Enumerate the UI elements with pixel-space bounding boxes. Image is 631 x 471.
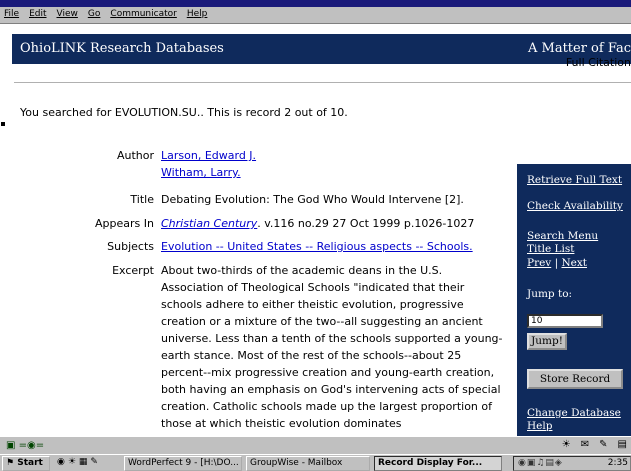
- subjects-value: Evolution -- United States -- Religious …: [161, 238, 521, 255]
- task-record-display[interactable]: Record Display For...: [374, 456, 502, 471]
- page-content: OhioLINK Research Databases A Matter of …: [0, 24, 631, 436]
- page-subhead: Full Citation: [565, 56, 631, 69]
- tray-icons[interactable]: ◉▣♫▤◈: [518, 457, 563, 470]
- author-link-2[interactable]: Witham, Larry.: [161, 166, 241, 179]
- search-menu-link[interactable]: Search Menu: [527, 230, 598, 242]
- title-label: Title: [130, 193, 154, 206]
- browser-menubar: File Edit View Go Communicator Help: [0, 0, 631, 24]
- quick-launch: ◉☀▦✎: [54, 456, 120, 471]
- jump-button[interactable]: Jump!: [527, 333, 567, 350]
- site-header: OhioLINK Research Databases A Matter of …: [12, 34, 631, 64]
- change-database-link[interactable]: Change Database: [527, 407, 621, 419]
- task-groupwise[interactable]: GroupWise - Mailbox: [246, 456, 370, 471]
- author-link-1[interactable]: Larson, Edward J.: [161, 149, 256, 162]
- browser-statusbar: ▣ =◉= ☀ ✉ ✎ ▤: [0, 436, 631, 454]
- site-title: OhioLINK Research Databases: [20, 41, 224, 56]
- windows-logo-icon: ⚑: [6, 458, 15, 468]
- menu-go[interactable]: Go: [88, 9, 101, 19]
- start-button[interactable]: ⚑ Start: [2, 456, 50, 471]
- author-label: Author: [116, 149, 154, 162]
- menu-help[interactable]: Help: [187, 9, 208, 19]
- jump-to-label: Jump to:: [527, 288, 573, 300]
- jump-input[interactable]: 10: [527, 314, 603, 328]
- quick-launch-icons[interactable]: ◉☀▦✎: [57, 457, 101, 467]
- system-tray: ◉▣♫▤◈ 2:35: [513, 456, 631, 471]
- task-wordperfect[interactable]: WordPerfect 9 - [H:\DO...: [124, 456, 242, 471]
- security-icon: ▣ =◉=: [6, 440, 45, 451]
- title-strip: [0, 0, 631, 7]
- author-values: Larson, Edward J. Witham, Larry.: [161, 147, 501, 181]
- appears-value: Christian Century. v.116 no.29 27 Oct 19…: [161, 215, 521, 232]
- excerpt-text: About two-thirds of the academic deans i…: [161, 264, 503, 430]
- title-list-link[interactable]: Title List: [527, 243, 574, 255]
- menu-communicator[interactable]: Communicator: [110, 9, 176, 19]
- navigator-icon[interactable]: ☀: [562, 439, 571, 450]
- help-link[interactable]: Help: [527, 420, 552, 432]
- edge-mark: [1, 122, 5, 126]
- source-link[interactable]: Christian Century: [161, 217, 257, 230]
- menu-edit[interactable]: Edit: [29, 9, 46, 19]
- composer-icon[interactable]: ✎: [599, 439, 607, 450]
- menu-view[interactable]: View: [57, 9, 78, 19]
- prev-link[interactable]: Prev: [527, 257, 551, 269]
- subjects-label: Subjects: [107, 240, 154, 253]
- start-label: Start: [17, 458, 43, 468]
- store-record-button[interactable]: Store Record: [527, 369, 623, 389]
- search-info: You searched for EVOLUTION.SU.. This is …: [20, 106, 348, 119]
- appears-label: Appears In: [95, 217, 154, 230]
- mail-icon[interactable]: ✉: [581, 439, 589, 450]
- discussion-icon[interactable]: ▤: [618, 439, 627, 450]
- clock: 2:35: [607, 458, 628, 468]
- subjects-link[interactable]: Evolution -- United States -- Religious …: [161, 240, 473, 253]
- header-divider: [14, 82, 631, 83]
- nav-separator: |: [554, 257, 559, 269]
- next-link[interactable]: Next: [561, 257, 587, 269]
- prev-next-group: Prev | Next: [527, 257, 587, 269]
- title-value: Debating Evolution: The God Who Would In…: [161, 193, 464, 206]
- site-tagline: A Matter of Fac: [527, 41, 631, 56]
- menu-file[interactable]: File: [4, 9, 19, 19]
- nav-panel: Retrieve Full Text Check Availability Se…: [517, 164, 631, 436]
- menu-items: File Edit View Go Communicator Help: [4, 9, 207, 19]
- windows-taskbar: ⚑ Start ◉☀▦✎ WordPerfect 9 - [H:\DO... G…: [0, 454, 631, 471]
- excerpt-label: Excerpt: [112, 264, 154, 277]
- appears-details: . v.116 no.29 27 Oct 1999 p.1026-1027: [257, 217, 475, 230]
- component-bar: ☀ ✉ ✎ ▤: [562, 439, 627, 450]
- check-availability-link[interactable]: Check Availability: [527, 200, 623, 212]
- retrieve-full-text-link[interactable]: Retrieve Full Text: [527, 174, 622, 186]
